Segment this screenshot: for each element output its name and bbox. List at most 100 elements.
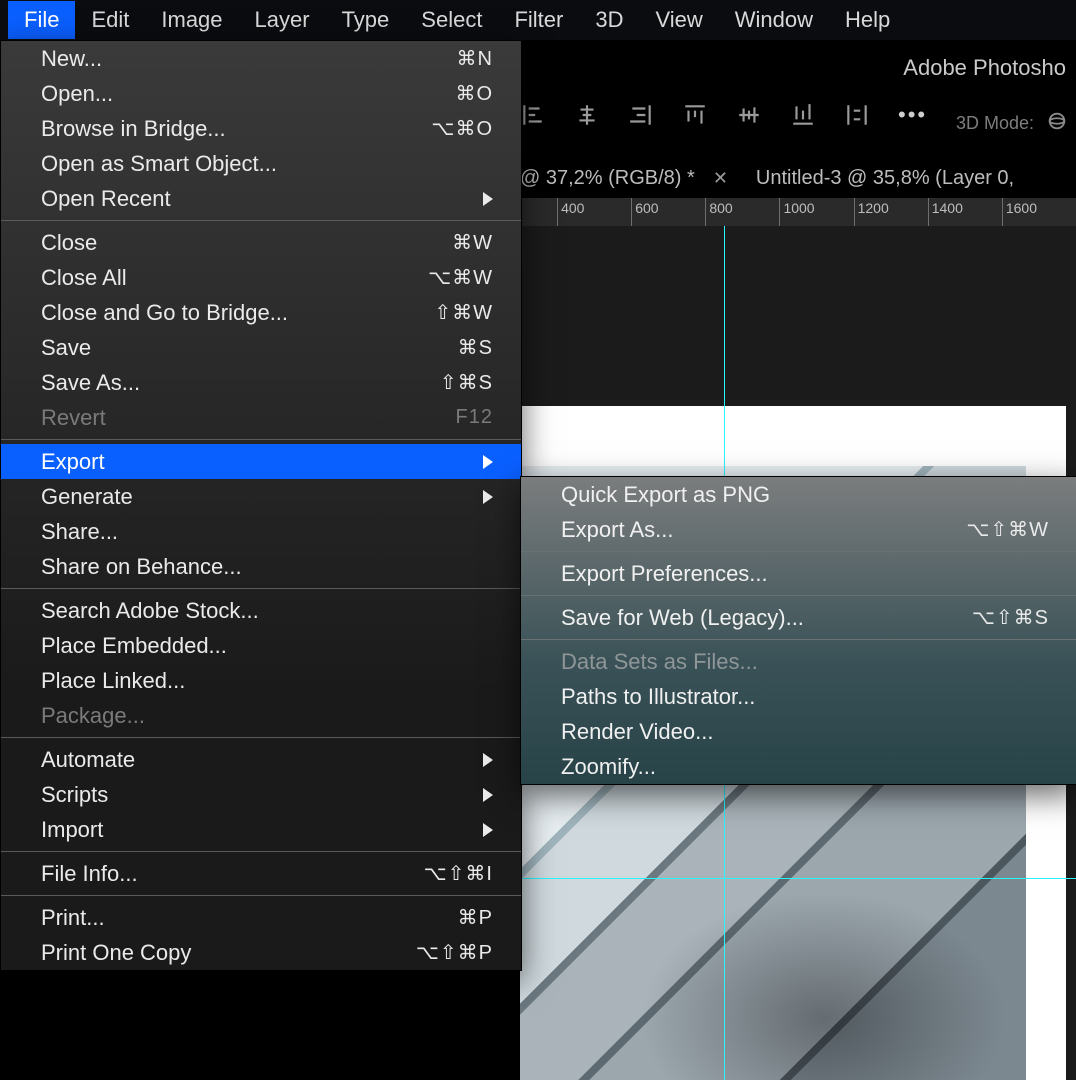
menu-item-shortcut: ⌘S — [458, 335, 493, 360]
file-menu-item-automate[interactable]: Automate — [1, 742, 521, 777]
file-menu-item-package: Package... — [1, 698, 521, 733]
menu-item-label: Package... — [41, 703, 145, 729]
document-tab-label: Untitled-3 @ 35,8% (Layer 0, — [756, 167, 1014, 190]
menu-item-label: Paths to Illustrator... — [561, 684, 755, 710]
document-tab-label: @ 37,2% (RGB/8) * — [520, 167, 695, 190]
menu-item-shortcut: ⇧⌘W — [434, 300, 493, 325]
menu-item-label: Share on Behance... — [41, 554, 242, 580]
menu-item-label: Export As... — [561, 517, 674, 543]
menu-item-shortcut: ⌘N — [457, 46, 493, 71]
menu-item-label: Quick Export as PNG — [561, 482, 770, 508]
menu-item-label: File Info... — [41, 861, 138, 887]
menu-view[interactable]: View — [639, 1, 718, 39]
menu-select[interactable]: Select — [405, 1, 498, 39]
distribute-icon[interactable] — [844, 102, 870, 128]
menu-edit[interactable]: Edit — [75, 1, 145, 39]
file-menu-item-save[interactable]: Save⌘S — [1, 330, 521, 365]
file-menu-item-open[interactable]: Open...⌘O — [1, 76, 521, 111]
file-menu-item-close[interactable]: Close⌘W — [1, 225, 521, 260]
file-menu-item-import[interactable]: Import — [1, 812, 521, 847]
export-menu-item-export-preferences[interactable]: Export Preferences... — [521, 556, 1076, 591]
menu-item-label: Close — [41, 230, 97, 256]
submenu-arrow-icon — [483, 192, 493, 206]
menu-item-label: Revert — [41, 405, 106, 431]
file-menu-item-open-recent[interactable]: Open Recent — [1, 181, 521, 216]
app-title: Adobe Photosho — [903, 55, 1066, 81]
orbit-3d-icon[interactable] — [1046, 110, 1068, 137]
close-tab-icon[interactable]: ✕ — [713, 168, 728, 189]
align-right-edges-icon[interactable] — [628, 102, 654, 128]
export-menu-item-zoomify[interactable]: Zoomify... — [521, 749, 1076, 784]
document-tab-1[interactable]: Untitled-3 @ 35,8% (Layer 0, — [756, 167, 1014, 190]
ruler-horizontal[interactable]: 40060080010001200140016001800 — [520, 198, 1076, 227]
menu-item-label: Place Embedded... — [41, 633, 227, 659]
export-menu-item-quick-export-as-png[interactable]: Quick Export as PNG — [521, 477, 1076, 512]
file-menu-item-scripts[interactable]: Scripts — [1, 777, 521, 812]
mode-3d: 3D Mode: — [956, 110, 1068, 137]
menu-item-shortcut: ⌘O — [455, 81, 493, 106]
export-menu-item-save-for-web-legacy[interactable]: Save for Web (Legacy)... ⌥⇧⌘S — [521, 600, 1076, 635]
file-menu-item-share-on-behance[interactable]: Share on Behance... — [1, 549, 521, 584]
submenu-arrow-icon — [483, 788, 493, 802]
menu-item-shortcut: ⌥⌘W — [428, 265, 493, 290]
menu-layer[interactable]: Layer — [239, 1, 326, 39]
menu-item-label: Export — [41, 449, 105, 475]
menu-item-shortcut: ⌥⇧⌘S — [972, 605, 1049, 630]
menu-item-label: Browse in Bridge... — [41, 116, 226, 142]
file-menu-item-revert: Revert F12 — [1, 400, 521, 435]
menu-item-label: Save for Web (Legacy)... — [561, 605, 804, 631]
export-menu-item-render-video[interactable]: Render Video... — [521, 714, 1076, 749]
file-menu-item-open-as-smart-object[interactable]: Open as Smart Object... — [1, 146, 521, 181]
menu-item-shortcut: ⇧⌘S — [440, 370, 493, 395]
align-left-edges-icon[interactable] — [520, 102, 546, 128]
file-menu-item-close-and-go-to-bridge[interactable]: Close and Go to Bridge...⇧⌘W — [1, 295, 521, 330]
menu-help[interactable]: Help — [829, 1, 906, 39]
file-menu-item-new[interactable]: New... ⌘N — [1, 41, 521, 76]
file-menu-item-search-adobe-stock[interactable]: Search Adobe Stock... — [1, 593, 521, 628]
menu-type[interactable]: Type — [326, 1, 406, 39]
menu-item-label: New... — [41, 46, 102, 72]
menu-filter[interactable]: Filter — [498, 1, 579, 39]
submenu-arrow-icon — [483, 490, 493, 504]
guide-horizontal[interactable] — [520, 878, 1076, 879]
export-menu-item-paths-to-illustrator[interactable]: Paths to Illustrator... — [521, 679, 1076, 714]
menu-image[interactable]: Image — [145, 1, 238, 39]
menu-item-label: Export Preferences... — [561, 561, 768, 587]
options-more-icon[interactable]: ••• — [898, 102, 927, 128]
file-menu-item-print[interactable]: Print...⌘P — [1, 900, 521, 935]
menu-file[interactable]: File — [8, 1, 75, 39]
menu-3d[interactable]: 3D — [579, 1, 639, 39]
ruler-tick: 600 — [635, 200, 658, 216]
file-menu-item-save-as[interactable]: Save As...⇧⌘S — [1, 365, 521, 400]
menu-item-shortcut: F12 — [456, 406, 493, 429]
align-horizontal-centers-icon[interactable] — [574, 102, 600, 128]
file-menu-item-close-all[interactable]: Close All⌥⌘W — [1, 260, 521, 295]
menu-item-shortcut: ⌥⇧⌘W — [966, 517, 1049, 542]
ruler-tick: 400 — [561, 200, 584, 216]
file-menu-item-export[interactable]: Export — [1, 444, 521, 479]
file-menu-item-share[interactable]: Share... — [1, 514, 521, 549]
menu-item-label: Data Sets as Files... — [561, 649, 758, 675]
align-top-edges-icon[interactable] — [682, 102, 708, 128]
export-menu-item-data-sets-as-files: Data Sets as Files... — [521, 644, 1076, 679]
menu-item-label: Scripts — [41, 782, 108, 808]
file-menu-item-place-linked[interactable]: Place Linked... — [1, 663, 521, 698]
menu-item-label: Open Recent — [41, 186, 171, 212]
file-menu-item-generate[interactable]: Generate — [1, 479, 521, 514]
align-bottom-edges-icon[interactable] — [790, 102, 816, 128]
ruler-tick: 1600 — [1006, 200, 1037, 216]
align-vertical-centers-icon[interactable] — [736, 102, 762, 128]
menu-window[interactable]: Window — [719, 1, 829, 39]
ruler-tick: 1000 — [783, 200, 814, 216]
submenu-arrow-icon — [483, 753, 493, 767]
file-menu-item-file-info[interactable]: File Info...⌥⇧⌘I — [1, 856, 521, 891]
file-menu-item-print-one-copy[interactable]: Print One Copy⌥⇧⌘P — [1, 935, 521, 970]
menu-item-label: Print... — [41, 905, 105, 931]
file-menu-item-place-embedded[interactable]: Place Embedded... — [1, 628, 521, 663]
export-menu-item-export-as[interactable]: Export As... ⌥⇧⌘W — [521, 512, 1076, 547]
document-tab-0[interactable]: @ 37,2% (RGB/8) * ✕ — [520, 167, 728, 190]
options-bar: ••• — [520, 95, 927, 135]
menu-item-label: Open as Smart Object... — [41, 151, 277, 177]
menu-item-label: Render Video... — [561, 719, 713, 745]
file-menu-item-browse-in-bridge[interactable]: Browse in Bridge...⌥⌘O — [1, 111, 521, 146]
